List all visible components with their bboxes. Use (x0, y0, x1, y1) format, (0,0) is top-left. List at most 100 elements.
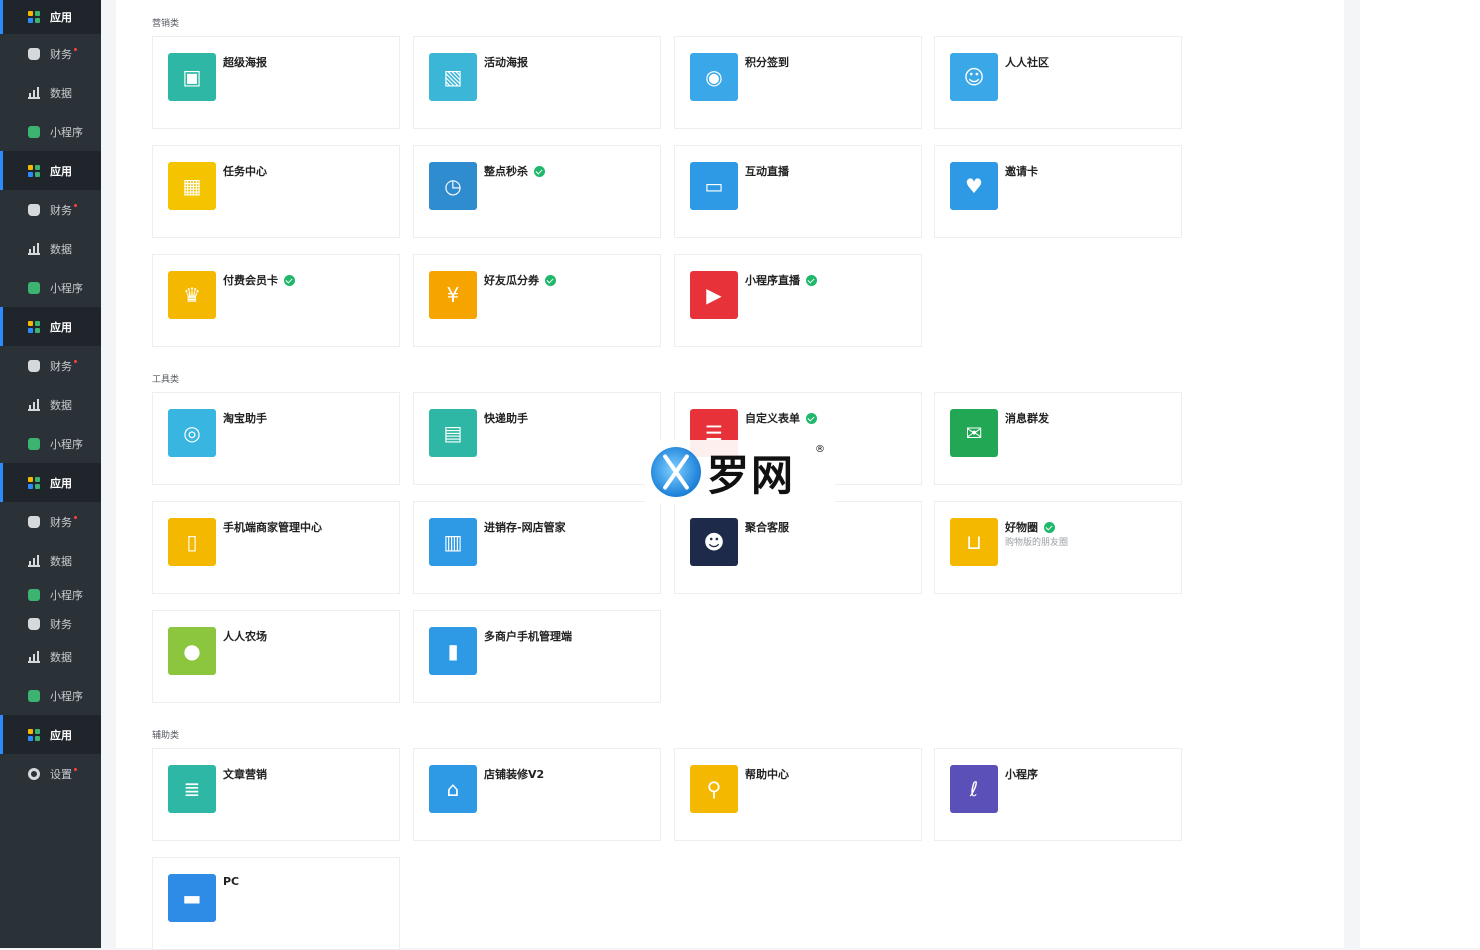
sidebar-item[interactable]: 设置 (0, 754, 101, 793)
watermark-globe-icon (651, 447, 701, 497)
chat-bubble-icon-glyph: ☻ (703, 530, 725, 554)
live-tv-icon-glyph: ▶ (706, 283, 722, 307)
apps-icon (28, 11, 40, 23)
sidebar-item[interactable]: 财务 (0, 610, 101, 637)
apps-icon (28, 476, 40, 489)
app-name: 店铺装修V2 (484, 766, 544, 782)
app-card[interactable]: ☻ 聚合客服 (674, 501, 922, 594)
app-card[interactable]: ≣ 文章营销 (152, 748, 400, 841)
section-title-tools: 工具类 (152, 375, 180, 385)
crown-card-icon: ♛ (168, 271, 216, 319)
app-card[interactable]: ¥ 好友瓜分券 (413, 254, 661, 347)
mini-program-icon (28, 589, 40, 601)
sidebar-item-label: 数据 (50, 242, 72, 256)
app-name-text: 邀请卡 (1005, 165, 1038, 178)
money-bag-icon (28, 203, 40, 216)
bar-chart-icon (28, 242, 40, 255)
notification-dot (74, 204, 77, 207)
app-card[interactable]: ⚲ 帮助中心 (674, 748, 922, 841)
app-card[interactable]: ▮ 多商户手机管理端 (413, 610, 661, 703)
mini-program-icon (28, 281, 40, 294)
broadcast-icon: ✉ (950, 409, 998, 457)
app-card[interactable]: ▥ 进销存-网店管家 (413, 501, 661, 594)
apps-icon (28, 164, 40, 177)
package-icon-glyph: ▤ (443, 421, 463, 445)
section-title-marketing: 营销类 (152, 19, 180, 29)
sidebar-item[interactable]: 财务 (0, 190, 101, 229)
sidebar-item[interactable]: 小程序 (0, 676, 101, 715)
sidebar-item[interactable]: 小程序 (0, 112, 101, 151)
cart-icon-glyph: ⊔ (966, 530, 982, 554)
app-name-text: 互动直播 (745, 165, 789, 178)
app-card[interactable]: ◷ 整点秒杀 (413, 145, 661, 238)
app-card[interactable]: ♥ 邀请卡 (934, 145, 1182, 238)
sidebar-item[interactable]: 小程序 (0, 424, 101, 463)
sidebar-item[interactable]: 财务 (0, 34, 101, 73)
sidebar-item[interactable]: 财务 (0, 346, 101, 385)
sidebar-item-label: 数据 (50, 86, 72, 100)
sidebar-item-label: 财务 (50, 47, 72, 61)
app-card[interactable]: ▶ 小程序直播 (674, 254, 922, 347)
chat-bubble-icon: ☻ (690, 518, 738, 566)
sidebar-item[interactable]: 应用 (0, 151, 101, 190)
app-card[interactable]: ✉ 消息群发 (934, 392, 1182, 485)
app-card[interactable]: ⌂ 店铺装修V2 (413, 748, 661, 841)
app-card[interactable]: ☺ 人人社区 (934, 36, 1182, 129)
app-subtitle: 购物版的朋友圈 (1005, 538, 1069, 548)
sidebar-item[interactable]: 数据 (0, 541, 101, 580)
sidebar-item-label: 小程序 (50, 437, 83, 451)
app-card[interactable]: ℓ 小程序 (934, 748, 1182, 841)
mini-program-icon: ℓ (950, 765, 998, 813)
app-card[interactable]: ♛ 付费会员卡 (152, 254, 400, 347)
sidebar-item-label: 小程序 (50, 281, 83, 295)
watermark-registered: ® (815, 444, 825, 455)
sidebar-item[interactable]: 数据 (0, 637, 101, 676)
sidebar-item[interactable]: 应用 (0, 0, 101, 34)
apps-icon (28, 320, 40, 333)
app-card[interactable]: ▭ 互动直播 (674, 145, 922, 238)
app-name-text: 进销存-网店管家 (484, 521, 566, 534)
app-card[interactable]: ▤ 快递助手 (413, 392, 661, 485)
app-card[interactable]: ▦ 任务中心 (152, 145, 400, 238)
app-name-text: 小程序 (1005, 768, 1038, 781)
app-name: 聚合客服 (745, 519, 789, 535)
money-bag-icon (28, 359, 40, 372)
app-card[interactable]: ⊔ 好物圈 购物版的朋友圈 (934, 501, 1182, 594)
community-icon: ☺ (950, 53, 998, 101)
qrcode-icon: ▦ (168, 162, 216, 210)
sidebar-item[interactable]: 数据 (0, 73, 101, 112)
app-name: 好友瓜分券 (484, 272, 556, 288)
app-card[interactable]: ▯ 手机端商家管理中心 (152, 501, 400, 594)
app-name-text: 积分签到 (745, 56, 789, 69)
app-name: 多商户手机管理端 (484, 628, 572, 644)
sidebar-item-label: 应用 (50, 164, 72, 178)
sidebar-item[interactable]: 小程序 (0, 580, 101, 610)
sidebar-item[interactable]: 应用 (0, 463, 101, 502)
app-card[interactable]: ◉ 积分签到 (674, 36, 922, 129)
article-icon: ≣ (168, 765, 216, 813)
app-name: 人人社区 (1005, 54, 1049, 70)
app-name: 任务中心 (223, 163, 267, 179)
app-name: 帮助中心 (745, 766, 789, 782)
crown-card-icon-glyph: ♛ (183, 283, 201, 307)
sidebar-item[interactable]: 数据 (0, 229, 101, 268)
watermark-text: 罗网 (707, 450, 796, 500)
app-card[interactable]: ▬ PC (152, 857, 400, 950)
red-envelope-icon: ¥ (429, 271, 477, 319)
sidebar-item[interactable]: 应用 (0, 307, 101, 346)
mini-program-icon-glyph: ℓ (969, 777, 979, 801)
app-card[interactable]: ● 人人农场 (152, 610, 400, 703)
app-card[interactable]: ◎ 淘宝助手 (152, 392, 400, 485)
picture-icon-glyph: ▧ (443, 65, 463, 89)
app-card[interactable]: ▧ 活动海报 (413, 36, 661, 129)
heart-card-icon-glyph: ♥ (965, 174, 983, 198)
qrcode-icon-glyph: ▦ (182, 174, 202, 198)
sidebar-item[interactable]: 应用 (0, 715, 101, 754)
sidebar-item[interactable]: 财务 (0, 502, 101, 541)
sidebar-item[interactable]: 数据 (0, 385, 101, 424)
app-card[interactable]: ▣ 超级海报 (152, 36, 400, 129)
app-name: 小程序直播 (745, 272, 817, 288)
right-panel (1360, 0, 1480, 948)
sidebar-item[interactable]: 小程序 (0, 268, 101, 307)
app-name-text: 快递助手 (484, 412, 528, 425)
